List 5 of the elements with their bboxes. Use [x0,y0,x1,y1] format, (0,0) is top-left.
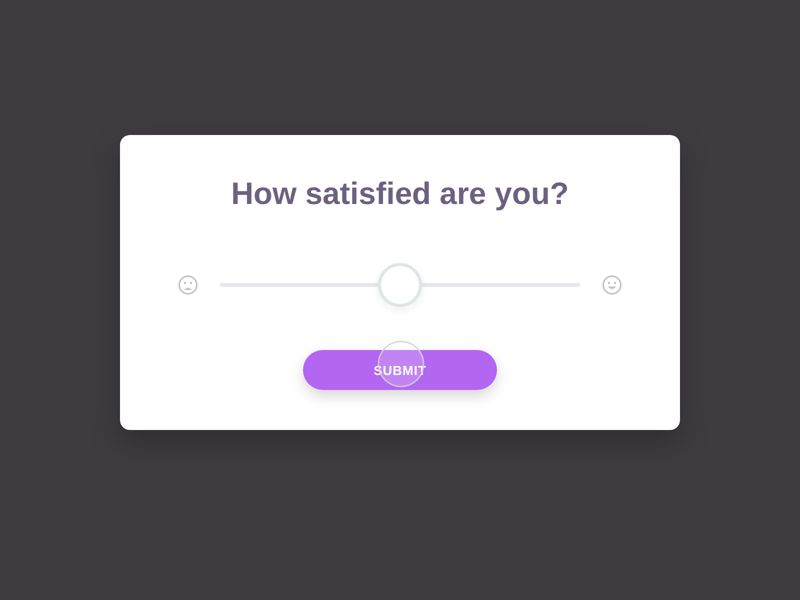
slider-thumb[interactable] [378,263,422,307]
submit-button[interactable]: SUBMIT [303,350,497,390]
happy-face-icon [602,275,622,295]
sad-face-icon [178,275,198,295]
survey-question: How satisfied are you? [231,175,569,213]
